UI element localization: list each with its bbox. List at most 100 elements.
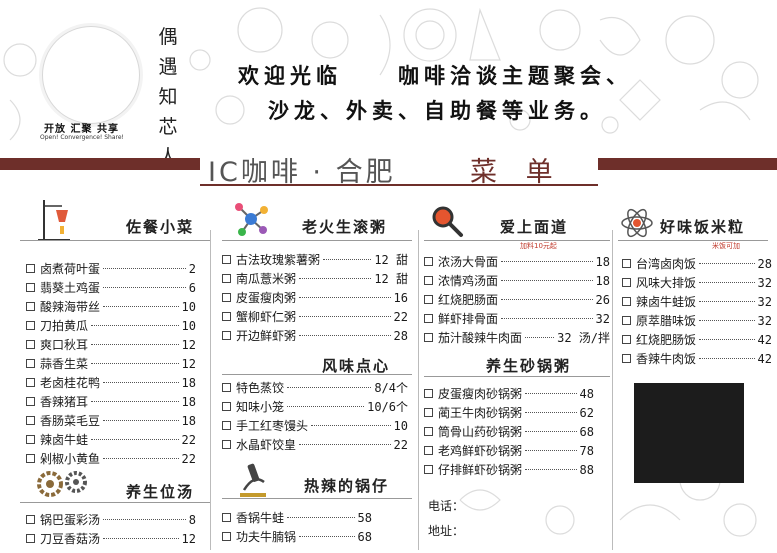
checkbox[interactable] <box>424 295 433 304</box>
menu-item[interactable]: 红烧肥肠饭 42 <box>622 330 772 349</box>
item-name: 刀豆香菇汤 <box>40 532 101 546</box>
item-price: 42 <box>757 351 772 366</box>
menu-item[interactable]: 风味大排饭 32 <box>622 273 772 292</box>
menu-item[interactable]: 老鸡鲜虾砂锅粥 78 <box>424 441 594 460</box>
menu-item[interactable]: 香辣猪耳 18 <box>26 392 196 411</box>
menu-item[interactable]: 功夫牛腩锅 68 <box>222 527 372 546</box>
checkbox[interactable] <box>26 397 35 406</box>
menu-item[interactable]: 手工红枣馒头 10 <box>222 416 408 435</box>
menu-item[interactable]: 香锅牛蛙 58 <box>222 508 372 527</box>
checkbox[interactable] <box>26 340 35 349</box>
menu-item[interactable]: 剁椒小黄鱼 22 <box>26 449 196 468</box>
checkbox[interactable] <box>424 427 433 436</box>
menu-item[interactable]: 爽口秋耳 12 <box>26 335 196 354</box>
menu-item[interactable]: 蔺王牛肉砂锅粥 62 <box>424 403 594 422</box>
menu-item[interactable]: 开边鲜虾粥 28 <box>222 326 408 345</box>
checkbox[interactable] <box>26 435 35 444</box>
menu-item[interactable]: 台湾卤肉饭 28 <box>622 254 772 273</box>
checkbox[interactable] <box>222 293 231 302</box>
checkbox[interactable] <box>222 383 231 392</box>
menu-item[interactable]: 蟹柳虾仁粥 22 <box>222 307 408 326</box>
section-title-mian: 爱上面道 <box>500 218 569 236</box>
section-rule <box>222 498 412 499</box>
menu-item[interactable]: 仔排鲜虾砂锅粥 88 <box>424 460 594 479</box>
menu-item[interactable]: 鲜虾排骨面 32 <box>424 309 610 328</box>
menu-item[interactable]: 刀拍黄瓜 10 <box>26 316 196 335</box>
menu-item[interactable]: 原萃腊味饭 32 <box>622 311 772 330</box>
item-name: 辣卤牛蛙饭 <box>636 295 697 309</box>
checkbox[interactable] <box>222 255 231 264</box>
checkbox[interactable] <box>424 389 433 398</box>
menu-item[interactable]: 辣卤牛蛙饭 32 <box>622 292 772 311</box>
item-name: 特色蒸饺 <box>236 381 285 395</box>
menu-item[interactable]: 筒骨山药砂锅粥 68 <box>424 422 594 441</box>
menu-item[interactable]: 刀豆香菇汤 12 <box>26 529 196 548</box>
checkbox[interactable] <box>222 421 231 430</box>
dot-leader <box>287 406 365 407</box>
menu-item[interactable]: 蒜香生菜 12 <box>26 354 196 373</box>
dot-leader <box>299 536 355 537</box>
menu-item[interactable]: 香肠菜毛豆 18 <box>26 411 196 430</box>
checkbox[interactable] <box>222 312 231 321</box>
menu-item[interactable]: 老卤桂花鸭 18 <box>26 373 196 392</box>
checkbox[interactable] <box>222 532 231 541</box>
menu-item[interactable]: 酸辣海带丝 10 <box>26 297 196 316</box>
checkbox[interactable] <box>622 278 631 287</box>
checkbox[interactable] <box>222 331 231 340</box>
checkbox[interactable] <box>26 378 35 387</box>
item-price: 58 <box>357 510 372 525</box>
menu-item[interactable]: 知味小笼 10/6个 <box>222 397 408 416</box>
checkbox[interactable] <box>424 314 433 323</box>
menu-item[interactable]: 红烧肥肠面 26 <box>424 290 610 309</box>
checkbox[interactable] <box>622 316 631 325</box>
checkbox[interactable] <box>424 257 433 266</box>
checkbox[interactable] <box>222 274 231 283</box>
checkbox[interactable] <box>424 276 433 285</box>
menu-list-zuocan: 卤煮荷叶蛋 2 翡葵土鸡蛋 6 酸辣海带丝 10 刀拍黄瓜 10 爽口秋耳 12 蒜香生菜… <box>26 259 196 468</box>
menu-item[interactable]: 香辣牛肉饭 42 <box>622 349 772 368</box>
menu-item[interactable]: 皮蛋瘦肉粥 16 <box>222 288 408 307</box>
checkbox[interactable] <box>26 454 35 463</box>
checkbox[interactable] <box>622 354 631 363</box>
menu-item[interactable]: 茄汁酸辣牛肉面 32 汤/拌 <box>424 328 610 347</box>
checkbox[interactable] <box>26 359 35 368</box>
menu-item[interactable]: 辣卤牛蛙 22 <box>26 430 196 449</box>
checkbox[interactable] <box>26 416 35 425</box>
checkbox[interactable] <box>222 402 231 411</box>
menu-item[interactable]: 南瓜薏米粥 12 甜 <box>222 269 408 288</box>
checkbox[interactable] <box>622 297 631 306</box>
item-name: 锅巴蛋彩汤 <box>40 513 101 527</box>
menu-item[interactable]: 浓汤大骨面 18 <box>424 252 610 271</box>
welcome-line-1a: 欢迎光临 <box>238 63 342 88</box>
checkbox[interactable] <box>26 264 35 273</box>
menu-item[interactable]: 皮蛋瘦肉砂锅粥 48 <box>424 384 594 403</box>
checkbox[interactable] <box>222 440 231 449</box>
checkbox[interactable] <box>622 335 631 344</box>
menu-item[interactable]: 水晶虾饺皇 22 <box>222 435 408 454</box>
checkbox[interactable] <box>26 515 35 524</box>
item-name: 台湾卤肉饭 <box>636 257 697 271</box>
menu-item[interactable]: 翡葵土鸡蛋 6 <box>26 278 196 297</box>
checkbox[interactable] <box>424 446 433 455</box>
checkbox[interactable] <box>26 534 35 543</box>
checkbox[interactable] <box>622 259 631 268</box>
slogan-english: Open! Convergence! Share! <box>40 134 124 141</box>
welcome-line-1b: 咖啡洽谈主题聚会、 <box>398 63 632 88</box>
checkbox[interactable] <box>26 283 35 292</box>
checkbox[interactable] <box>26 321 35 330</box>
checkbox[interactable] <box>424 465 433 474</box>
menu-item[interactable]: 卤煮荷叶蛋 2 <box>26 259 196 278</box>
section-title-laohuo: 老火生滚粥 <box>302 218 388 236</box>
menu-item[interactable]: 浓情鸡汤面 18 <box>424 271 610 290</box>
checkbox[interactable] <box>424 333 433 342</box>
banner-menu-word: 菜 单 <box>470 157 563 188</box>
dot-leader <box>525 450 577 451</box>
checkbox[interactable] <box>26 302 35 311</box>
checkbox[interactable] <box>222 513 231 522</box>
menu-item[interactable]: 古法玫瑰紫薯粥 12 甜 <box>222 250 408 269</box>
menu-item[interactable]: 锅巴蛋彩汤 8 <box>26 510 196 529</box>
checkbox[interactable] <box>424 408 433 417</box>
item-price: 22 <box>393 309 408 324</box>
item-price: 32 <box>757 294 772 309</box>
menu-item[interactable]: 特色蒸饺 8/4个 <box>222 378 408 397</box>
